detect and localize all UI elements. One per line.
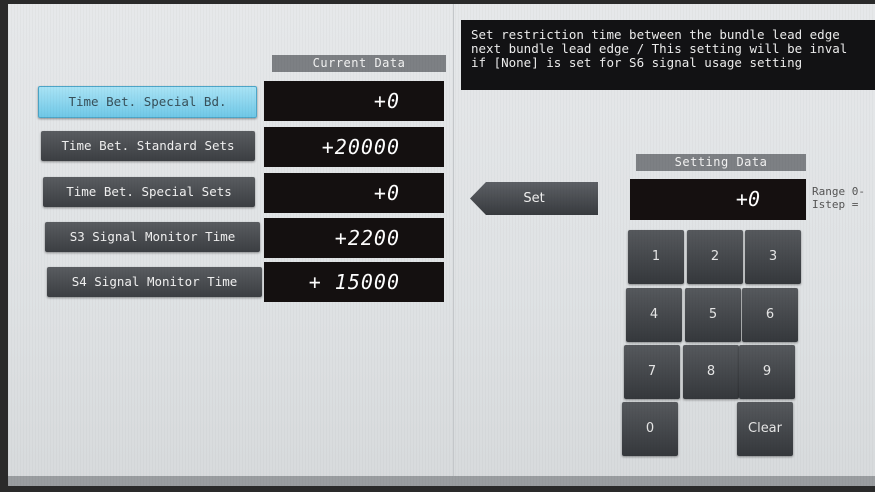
range-info: Range 0- Istep = xyxy=(812,185,865,211)
keypad-0[interactable]: 0 xyxy=(622,402,678,456)
set-label: Set xyxy=(523,191,545,206)
keypad-1[interactable]: 1 xyxy=(628,230,684,284)
touch-screen: Current Data Time Bet. Special Bd. Time … xyxy=(8,4,875,486)
set-button[interactable]: Set xyxy=(470,182,598,215)
current-value-s4-signal: + 15000 xyxy=(264,262,444,302)
item-time-bet-special-sets-button[interactable]: Time Bet. Special Sets xyxy=(43,177,255,207)
keypad-8[interactable]: 8 xyxy=(683,345,739,399)
keypad-5[interactable]: 5 xyxy=(685,288,741,342)
bottom-bezel xyxy=(8,476,875,486)
current-value-s3-signal: +2200 xyxy=(264,218,444,258)
description-message: Set restriction time between the bundle … xyxy=(461,20,875,90)
current-value-special-sets: +0 xyxy=(264,173,444,213)
keypad-7[interactable]: 7 xyxy=(624,345,680,399)
setting-data-header: Setting Data xyxy=(636,154,806,171)
current-value-special-bd: +0 xyxy=(264,81,444,121)
item-s3-signal-monitor-time-button[interactable]: S3 Signal Monitor Time xyxy=(45,222,260,252)
item-time-bet-special-bd-button[interactable]: Time Bet. Special Bd. xyxy=(38,86,257,118)
keypad-9[interactable]: 9 xyxy=(739,345,795,399)
item-s4-signal-monitor-time-button[interactable]: S4 Signal Monitor Time xyxy=(47,267,262,297)
item-time-bet-standard-sets-button[interactable]: Time Bet. Standard Sets xyxy=(41,131,255,161)
panel-divider xyxy=(453,4,454,486)
current-value-standard-sets: +20000 xyxy=(264,127,444,167)
keypad-4[interactable]: 4 xyxy=(626,288,682,342)
keypad-2[interactable]: 2 xyxy=(687,230,743,284)
setting-value-display: +0 xyxy=(630,179,806,220)
current-data-header: Current Data xyxy=(272,55,446,72)
keypad-3[interactable]: 3 xyxy=(745,230,801,284)
keypad-6[interactable]: 6 xyxy=(742,288,798,342)
keypad-clear[interactable]: Clear xyxy=(737,402,793,456)
